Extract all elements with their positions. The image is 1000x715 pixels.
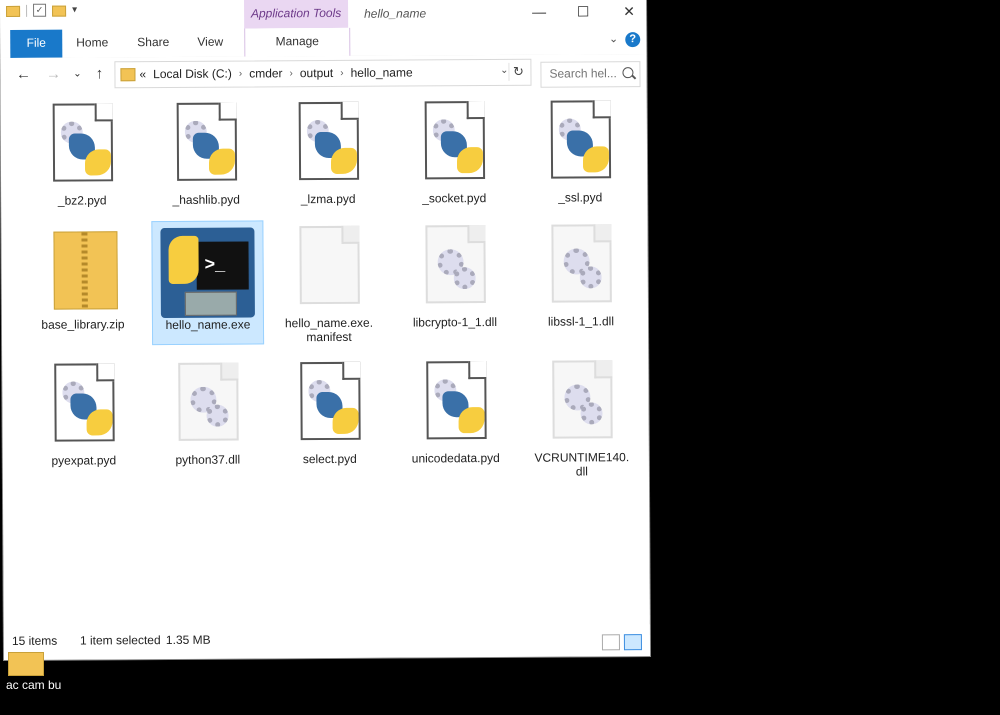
search-input[interactable] [541, 62, 624, 85]
file-list: _bz2.pyd _hashlib.pyd _lzma.pyd _socket.pyd… [0, 90, 650, 624]
details-view-icon[interactable] [601, 634, 620, 651]
desktop-item-label[interactable]: ac cam bu [6, 678, 61, 692]
dll-file-icon [546, 360, 617, 448]
file-name: _socket.pyd [422, 191, 487, 206]
tab-manage[interactable]: Manage [244, 27, 351, 57]
tab-share[interactable]: Share [132, 29, 174, 57]
quick-access-toolbar: ✓ ▾ [6, 3, 77, 17]
file-item[interactable]: libssl-1_1.dll [525, 218, 636, 341]
breadcrumb-item[interactable]: cmder [249, 66, 282, 80]
python-file-icon [294, 361, 365, 450]
file-item[interactable]: _bz2.pyd [27, 97, 138, 220]
breadcrumb-item[interactable]: hello_name [351, 65, 413, 79]
file-item[interactable]: python37.dll [152, 356, 263, 479]
file-item[interactable]: _ssl.pyd [525, 94, 636, 217]
chevron-right-icon[interactable]: › [289, 68, 292, 79]
file-item[interactable]: _hashlib.pyd [151, 96, 262, 219]
explorer-window: ✓ ▾ Application Tools hello_name — ☐ ✕ F… [0, 0, 651, 660]
zip-folder-icon [47, 227, 118, 315]
file-name: pyexpat.pyd [51, 453, 117, 468]
folder-icon [120, 68, 136, 82]
file-item[interactable]: hello_name.exe. manifest [273, 220, 384, 345]
chevron-right-icon[interactable]: › [340, 67, 343, 78]
recent-locations-icon[interactable]: ⌄ [66, 63, 88, 85]
file-item[interactable]: >_ hello_name.exe [151, 220, 265, 346]
breadcrumb-overflow[interactable]: « [139, 67, 146, 81]
python-file-icon [420, 361, 491, 449]
file-name: hello_name.exe [165, 317, 251, 332]
file-name: _bz2.pyd [57, 193, 107, 208]
navigation-bar: ← → ⌄ ↑ « Local Disk (C:) › cmder › outp… [0, 54, 647, 94]
file-item[interactable]: libcrypto-1_1.dll [399, 219, 510, 342]
search-icon[interactable] [622, 67, 634, 79]
dll-file-icon [545, 224, 616, 312]
search-box[interactable] [540, 61, 641, 88]
file-name: _lzma.pyd [300, 191, 356, 207]
file-name: base_library.zip [41, 317, 125, 332]
up-arrow-icon[interactable]: ↑ [88, 63, 110, 85]
file-name: unicodedata.pyd [411, 450, 500, 466]
desktop-folder-icon[interactable] [8, 652, 44, 676]
divider [26, 4, 28, 17]
selection-size: 1.35 MB [165, 632, 211, 647]
breadcrumb-item[interactable]: Local Disk (C:) [153, 67, 232, 81]
file-item[interactable]: _socket.pyd [399, 95, 510, 218]
python-file-icon [171, 102, 242, 191]
chevron-right-icon[interactable]: › [239, 68, 242, 79]
minimize-button[interactable]: — [524, 2, 554, 22]
large-icons-view-icon[interactable] [623, 634, 642, 651]
file-item[interactable]: select.pyd [274, 356, 385, 479]
close-button[interactable]: ✕ [614, 1, 644, 21]
back-arrow-icon[interactable]: ← [12, 64, 34, 86]
file-name: _hashlib.pyd [172, 192, 240, 207]
address-bar[interactable]: « Local Disk (C:) › cmder › output › hel… [114, 58, 532, 89]
python-exe-icon: >_ [160, 227, 255, 319]
file-item[interactable]: unicodedata.pyd [400, 355, 511, 478]
expand-ribbon-icon[interactable]: ⌄ [609, 32, 618, 45]
file-name: VCRUNTIME140. dll [534, 450, 630, 479]
status-bar: 15 items 1 item selected 1.35 MB [3, 624, 651, 660]
file-name: hello_name.exe. manifest [284, 315, 374, 345]
title-bar: ✓ ▾ Application Tools hello_name — ☐ ✕ [0, 0, 647, 30]
file-item[interactable]: pyexpat.pyd [28, 357, 139, 480]
folder-icon [6, 5, 21, 17]
file-name: python37.dll [175, 452, 241, 467]
tab-view[interactable]: View [192, 29, 228, 57]
file-name: libcrypto-1_1.dll [412, 314, 498, 330]
selection-count: 1 item selected [79, 633, 161, 648]
help-icon[interactable]: ? [625, 32, 641, 48]
refresh-icon[interactable]: ↻ [508, 62, 528, 81]
file-name: libssl-1_1.dll [547, 314, 615, 329]
forward-arrow-icon[interactable]: → [42, 64, 64, 86]
maximize-button[interactable]: ☐ [568, 1, 598, 21]
file-item[interactable]: VCRUNTIME140. dll [526, 354, 637, 479]
file-name: select.pyd [302, 451, 357, 467]
chevron-down-icon[interactable]: ⌄ [500, 65, 508, 76]
tab-file[interactable]: File [10, 29, 63, 58]
application-tools-label: Application Tools [243, 0, 349, 29]
item-count: 15 items [11, 633, 58, 648]
dll-file-icon [172, 362, 243, 451]
tab-home[interactable]: Home [72, 29, 112, 57]
properties-icon[interactable]: ✓ [33, 3, 47, 17]
customize-toolbar-icon[interactable]: ▾ [72, 5, 77, 16]
dll-file-icon [419, 225, 490, 313]
file-item[interactable]: _lzma.pyd [273, 96, 384, 219]
file-item[interactable]: base_library.zip [27, 221, 138, 344]
python-file-icon [47, 103, 118, 191]
breadcrumb: « Local Disk (C:) › cmder › output › hel… [139, 65, 412, 81]
python-file-icon [293, 101, 364, 190]
python-file-icon [419, 101, 490, 189]
new-folder-icon[interactable] [52, 5, 67, 17]
window-title: hello_name [364, 6, 427, 21]
python-file-icon [545, 100, 616, 188]
file-name: _ssl.pyd [558, 190, 603, 205]
python-file-icon [48, 363, 119, 451]
breadcrumb-item[interactable]: output [300, 66, 333, 80]
manifest-file-icon [293, 225, 364, 314]
